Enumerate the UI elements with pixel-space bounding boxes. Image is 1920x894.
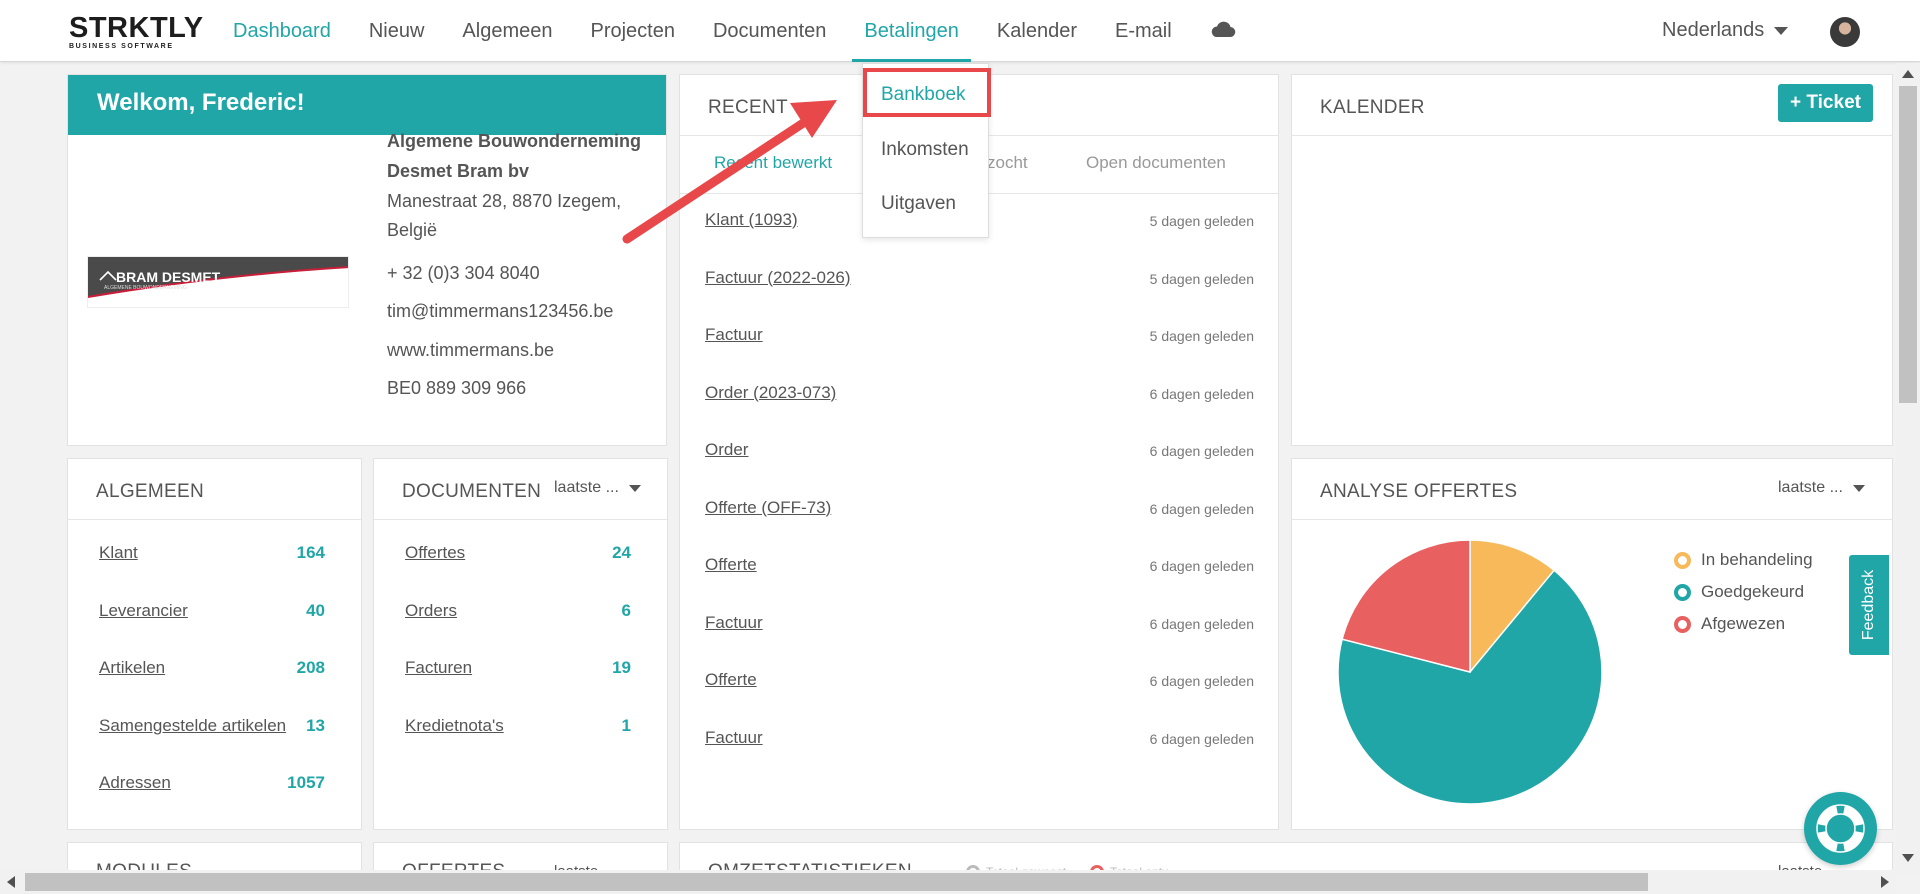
annotation-arrow bbox=[622, 100, 837, 244]
